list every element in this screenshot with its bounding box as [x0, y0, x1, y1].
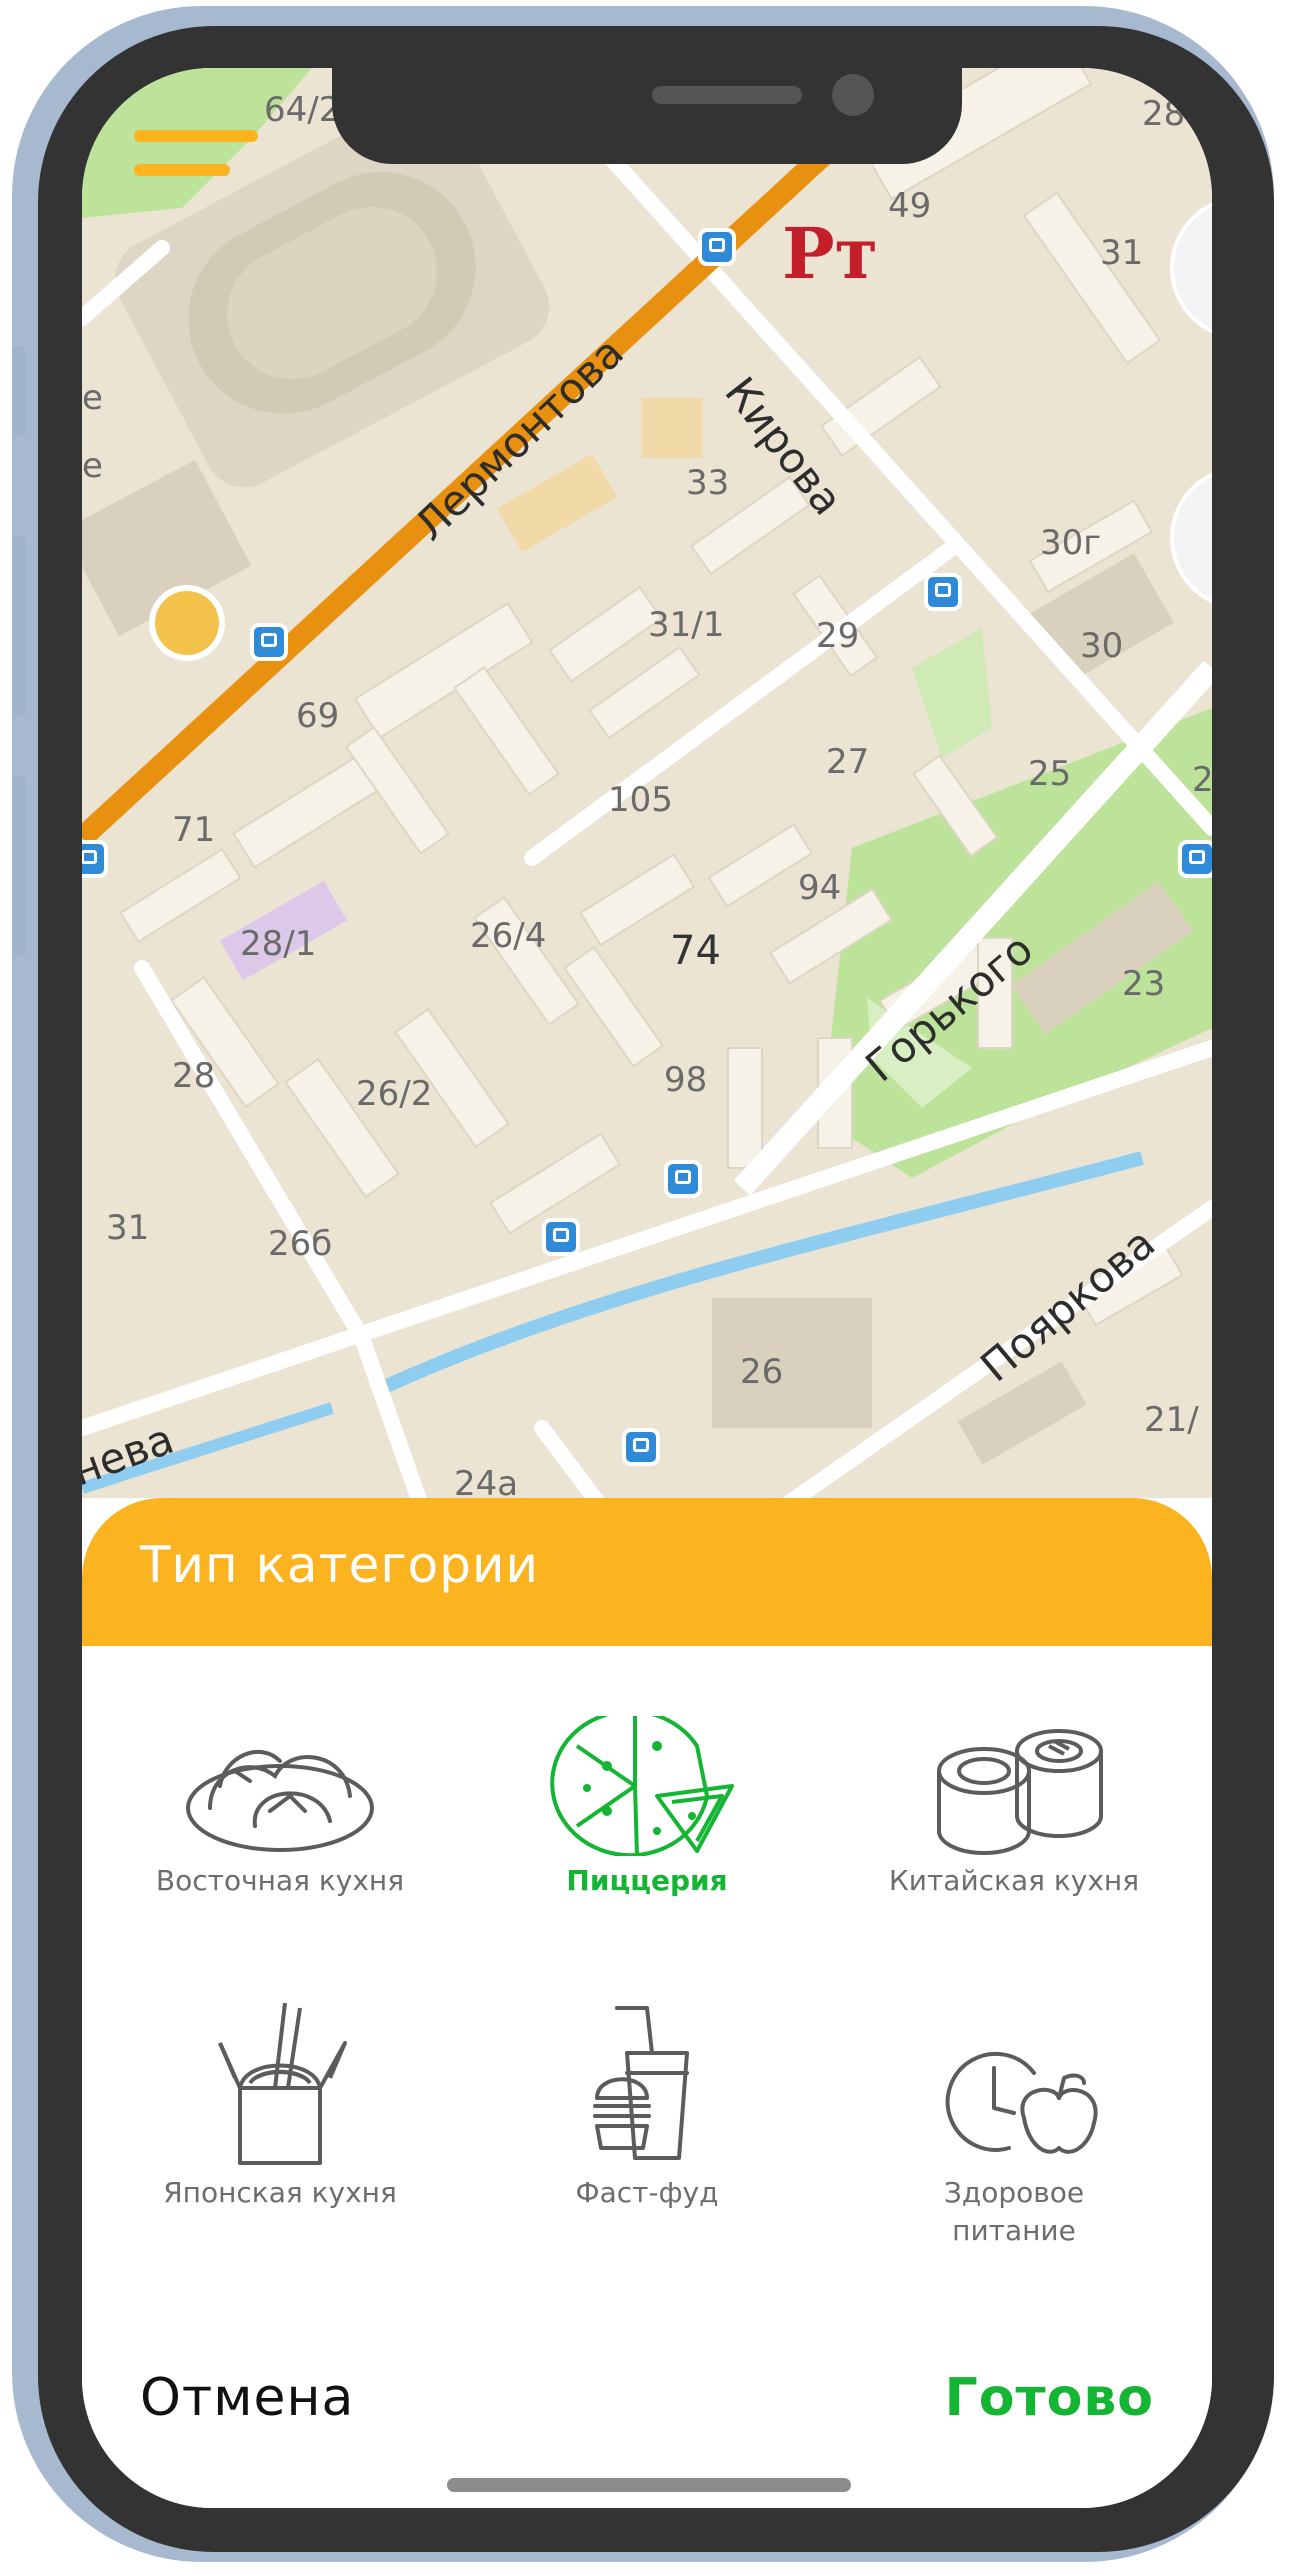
volume-up-button — [12, 536, 26, 716]
category-fastfood[interactable]: Фаст-фуд — [477, 1998, 817, 2212]
category-pizzeria[interactable]: Пиццерия — [477, 1716, 817, 1900]
house-number: е — [82, 446, 103, 486]
house-number: 74 — [670, 928, 721, 974]
house-number: 69 — [296, 696, 340, 736]
speaker — [652, 86, 802, 104]
house-number: 2 — [1192, 760, 1212, 800]
category-japanese[interactable]: Японская кухня — [110, 1998, 450, 2212]
house-number: 23 — [1122, 964, 1166, 1004]
volume-down-button — [12, 776, 26, 956]
done-button[interactable]: Готово — [945, 2368, 1154, 2428]
house-number: 105 — [608, 780, 673, 820]
category-label: Восточная кухня — [155, 1864, 405, 1897]
screen: Рт Лермонтова Кирова Горького Пояркова н… — [82, 68, 1212, 2508]
menu-line — [134, 164, 230, 176]
house-number: 31 — [106, 1208, 150, 1248]
category-oriental[interactable]: Восточная кухня — [110, 1716, 450, 1900]
home-indicator[interactable] — [447, 2478, 851, 2492]
sushi-rolls-icon — [937, 1729, 1103, 1855]
pizza-icon — [550, 1716, 734, 1856]
front-camera — [832, 74, 874, 116]
cancel-button[interactable]: Отмена — [140, 2368, 354, 2428]
map[interactable]: Рт Лермонтова Кирова Горького Пояркова н… — [82, 68, 1212, 1508]
house-number: 28/1 — [240, 924, 317, 964]
bus-stop-icon[interactable] — [622, 1428, 660, 1466]
house-number: 98 — [664, 1060, 708, 1100]
house-number: 29 — [816, 616, 860, 656]
house-number: 31/1 — [648, 605, 725, 645]
house-number: 27 — [826, 742, 870, 782]
house-number: 30г — [1040, 523, 1102, 563]
sheet-header: Тип категории — [82, 1498, 1212, 1646]
house-number: е — [82, 378, 103, 418]
dumplings-icon — [186, 1749, 374, 1852]
house-number: 94 — [798, 868, 842, 908]
house-number: 21/ — [1144, 1400, 1199, 1440]
category-chinese[interactable]: Китайская кухня — [844, 1716, 1184, 1900]
category-healthy[interactable]: Здоровое питание — [844, 1998, 1184, 2250]
house-number: 31 — [1100, 233, 1144, 273]
bus-stop-icon[interactable] — [1178, 840, 1212, 878]
house-number: 49 — [888, 186, 932, 226]
menu-line — [134, 130, 258, 142]
category-sheet: Тип категории Восточная кухня Пиццерия К… — [82, 1498, 1212, 2508]
bus-stop-icon[interactable] — [664, 1160, 702, 1198]
menu-button[interactable] — [134, 130, 262, 190]
category-label: Пиццерия — [566, 1864, 728, 1897]
mute-switch — [12, 346, 26, 436]
noodle-box-icon — [218, 2002, 347, 2165]
house-number: 26б — [268, 1224, 333, 1264]
house-number: 26 — [740, 1352, 784, 1392]
house-number: 33 — [686, 463, 730, 503]
house-number: 64/2 — [264, 90, 341, 130]
bus-stop-icon[interactable] — [250, 623, 288, 661]
clock-apple-icon — [945, 2051, 1098, 2154]
house-number: 26/2 — [356, 1074, 433, 1114]
bus-stop-icon[interactable] — [698, 228, 736, 266]
house-number: 26/4 — [470, 916, 547, 956]
svg-text:Рт: Рт — [782, 212, 878, 295]
burger-drink-icon — [593, 2006, 689, 2160]
house-number: 30 — [1080, 626, 1124, 666]
sheet-title: Тип категории — [140, 1536, 539, 1594]
house-number: 25 — [1028, 754, 1072, 794]
category-label: Китайская кухня — [888, 1864, 1140, 1897]
house-number: 28 — [1142, 94, 1186, 134]
category-label: Фаст-фуд — [575, 2176, 719, 2209]
bus-stop-icon[interactable] — [924, 573, 962, 611]
house-number: 71 — [172, 810, 216, 850]
bus-stop-icon[interactable] — [82, 840, 108, 878]
category-label: Японская кухня — [163, 2176, 397, 2209]
bus-stop-icon[interactable] — [542, 1218, 580, 1256]
notch — [332, 68, 962, 164]
house-number: 28 — [172, 1056, 216, 1096]
category-label: Здоровое питание — [943, 2176, 1085, 2247]
